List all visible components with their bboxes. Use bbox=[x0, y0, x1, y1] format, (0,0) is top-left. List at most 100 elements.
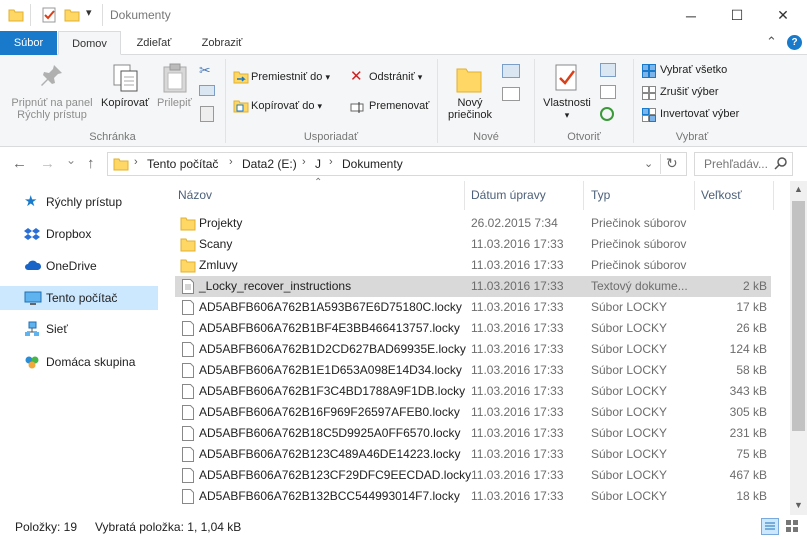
tab-home[interactable]: Domov bbox=[58, 31, 121, 55]
new-folder-large-icon bbox=[455, 64, 483, 97]
select-all-button[interactable]: Vybrať všetko bbox=[660, 64, 727, 76]
table-row[interactable]: Scany 11.03.2016 17:33 Priečinok súborov bbox=[175, 234, 771, 255]
help-icon[interactable]: ? bbox=[787, 35, 802, 50]
history-icon[interactable] bbox=[600, 107, 614, 121]
file-date: 11.03.2016 17:33 bbox=[471, 342, 564, 356]
delete-label: Odstrániť bbox=[369, 71, 415, 83]
breadcrumb-separator[interactable]: › bbox=[302, 156, 306, 168]
nav-item-homegroup[interactable]: Domáca skupina bbox=[0, 350, 158, 374]
breadcrumb-dokumenty[interactable]: Dokumenty bbox=[342, 157, 403, 171]
delete-button[interactable]: Odstrániť ▾ bbox=[369, 71, 422, 83]
cut-icon[interactable]: ✂ bbox=[199, 62, 211, 79]
copy-path-icon[interactable] bbox=[199, 85, 215, 96]
paste-icon bbox=[162, 63, 188, 96]
file-name: Zmluvy bbox=[199, 258, 238, 272]
table-row[interactable]: Zmluvy 11.03.2016 17:33 Priečinok súborov bbox=[175, 255, 771, 276]
customize-qa-dropdown-icon[interactable]: ▾ bbox=[86, 6, 92, 19]
table-row[interactable]: AD5ABFB606A762B16F969F26597AFEB0.locky 11… bbox=[175, 402, 771, 423]
table-row[interactable]: AD5ABFB606A762B1E1D653A098E14D34.locky 11… bbox=[175, 360, 771, 381]
file-date: 11.03.2016 17:33 bbox=[471, 384, 564, 398]
close-button[interactable]: ✕ bbox=[760, 0, 806, 31]
recent-locations-icon[interactable]: ⌄ bbox=[66, 153, 76, 167]
column-divider[interactable] bbox=[694, 181, 695, 210]
file-icon bbox=[182, 426, 194, 441]
tab-view[interactable]: Zobraziť bbox=[190, 31, 254, 55]
table-row[interactable]: AD5ABFB606A762B1D2CD627BAD69935E.locky 11… bbox=[175, 339, 771, 360]
file-type: Súbor LOCKY bbox=[591, 321, 668, 335]
paste-shortcut-icon[interactable] bbox=[200, 106, 214, 122]
large-icons-view-icon[interactable] bbox=[784, 518, 802, 535]
forward-arrow-icon[interactable]: → bbox=[40, 155, 55, 172]
new-item-icon[interactable] bbox=[502, 64, 520, 78]
computer-icon bbox=[24, 290, 42, 306]
pin-quick-access-button[interactable]: Pripnúť na panel Rýchly prístup bbox=[4, 97, 100, 121]
table-row[interactable]: AD5ABFB606A762B1A593B67E6D75180C.locky 11… bbox=[175, 297, 771, 318]
search-box[interactable]: Prehľadáv... bbox=[694, 152, 793, 176]
nav-item-dropbox[interactable]: Dropbox bbox=[0, 222, 158, 246]
column-divider[interactable] bbox=[464, 181, 465, 210]
edit-icon[interactable] bbox=[600, 85, 616, 99]
column-date[interactable]: Dátum úpravy bbox=[471, 188, 546, 202]
nav-item-network[interactable]: Sieť bbox=[0, 317, 158, 341]
scroll-down-icon[interactable]: ▼ bbox=[794, 500, 803, 510]
column-divider[interactable] bbox=[583, 181, 584, 210]
file-name: _Locky_recover_instructions bbox=[199, 279, 352, 293]
search-icon[interactable] bbox=[774, 156, 788, 173]
table-row[interactable]: _Locky_recover_instructions 11.03.2016 17… bbox=[175, 276, 771, 297]
nav-item-quick-access[interactable]: ★ Rýchly prístup bbox=[0, 190, 158, 214]
breadcrumb-this-pc[interactable]: Tento počítač bbox=[147, 157, 218, 171]
tab-share[interactable]: Zdieľať bbox=[124, 31, 184, 55]
table-row[interactable]: AD5ABFB606A762B18C5D9925A0FF6570.locky 11… bbox=[175, 423, 771, 444]
table-row[interactable]: AD5ABFB606A762B1BF4E3BB466413757.locky 11… bbox=[175, 318, 771, 339]
table-row[interactable]: AD5ABFB606A762B132BCC544993014F7.locky 11… bbox=[175, 486, 771, 507]
properties-icon[interactable] bbox=[41, 7, 57, 26]
maximize-button[interactable]: ☐ bbox=[714, 0, 760, 31]
new-folder-icon[interactable] bbox=[64, 7, 80, 26]
refresh-icon[interactable]: ↻ bbox=[666, 155, 678, 172]
address-bar[interactable]: › Tento počítač › Data2 (E:) › J › Dokum… bbox=[107, 152, 687, 176]
column-name[interactable]: Názov bbox=[178, 188, 212, 202]
breadcrumb-separator[interactable]: › bbox=[329, 156, 333, 168]
file-name: AD5ABFB606A762B123CF29DFC9EECDAD.locky bbox=[199, 468, 472, 482]
details-view-icon[interactable] bbox=[761, 518, 779, 535]
window-title: Dokumenty bbox=[110, 8, 171, 22]
file-date: 11.03.2016 17:33 bbox=[471, 489, 564, 503]
nav-item-this-pc[interactable]: Tento počítač bbox=[0, 286, 158, 310]
breadcrumb-j[interactable]: J bbox=[315, 157, 321, 171]
address-history-icon[interactable]: ⌄ bbox=[644, 157, 653, 170]
new-folder-button[interactable]: Nový priečinok bbox=[440, 97, 500, 121]
easy-access-icon[interactable] bbox=[502, 87, 520, 101]
nav-item-onedrive[interactable]: OneDrive bbox=[0, 254, 158, 278]
breadcrumb-drive[interactable]: Data2 (E:) bbox=[242, 157, 297, 171]
file-type: Súbor LOCKY bbox=[591, 468, 668, 482]
rename-button[interactable]: Premenovať bbox=[369, 100, 429, 112]
vertical-scrollbar[interactable]: ▲ ▼ bbox=[790, 181, 807, 515]
table-row[interactable]: Projekty 26.02.2015 7:34 Priečinok súborov bbox=[175, 213, 771, 234]
tab-file[interactable]: Súbor bbox=[0, 31, 57, 55]
scrollbar-thumb[interactable] bbox=[792, 201, 805, 431]
copy-button[interactable]: Kopírovať bbox=[101, 97, 149, 109]
search-input[interactable]: Prehľadáv... bbox=[704, 157, 768, 171]
paste-button[interactable]: Prilepiť bbox=[157, 97, 192, 109]
back-arrow-icon[interactable]: ← bbox=[12, 155, 27, 172]
breadcrumb-separator[interactable]: › bbox=[134, 156, 138, 168]
select-none-button[interactable]: Zrušiť výber bbox=[660, 86, 719, 98]
column-divider[interactable] bbox=[773, 181, 774, 210]
column-size[interactable]: Veľkosť bbox=[701, 188, 742, 202]
up-arrow-icon[interactable]: ↑ bbox=[87, 155, 95, 172]
minimize-button[interactable]: ─ bbox=[668, 0, 714, 31]
move-to-button[interactable]: Premiestniť do ▾ bbox=[251, 71, 330, 83]
folder-icon bbox=[180, 216, 196, 231]
table-row[interactable]: AD5ABFB606A762B123CF29DFC9EECDAD.locky 11… bbox=[175, 465, 771, 486]
collapse-ribbon-icon[interactable]: ⌃ bbox=[766, 34, 777, 50]
copy-to-button[interactable]: Kopírovať do ▾ bbox=[251, 100, 322, 112]
breadcrumb-separator[interactable]: › bbox=[229, 156, 233, 168]
open-icon[interactable] bbox=[600, 63, 616, 77]
table-row[interactable]: AD5ABFB606A762B123C489A46DE14223.locky 11… bbox=[175, 444, 771, 465]
file-list-header: ⌃ Názov Dátum úpravy Typ Veľkosť bbox=[175, 177, 790, 210]
table-row[interactable]: AD5ABFB606A762B1F3C4BD1788A9F1DB.locky 11… bbox=[175, 381, 771, 402]
scroll-up-icon[interactable]: ▲ bbox=[794, 184, 803, 194]
properties-button[interactable]: Vlastnosti ▾ bbox=[537, 97, 597, 121]
invert-selection-button[interactable]: Invertovať výber bbox=[660, 108, 739, 120]
column-type[interactable]: Typ bbox=[591, 188, 610, 202]
